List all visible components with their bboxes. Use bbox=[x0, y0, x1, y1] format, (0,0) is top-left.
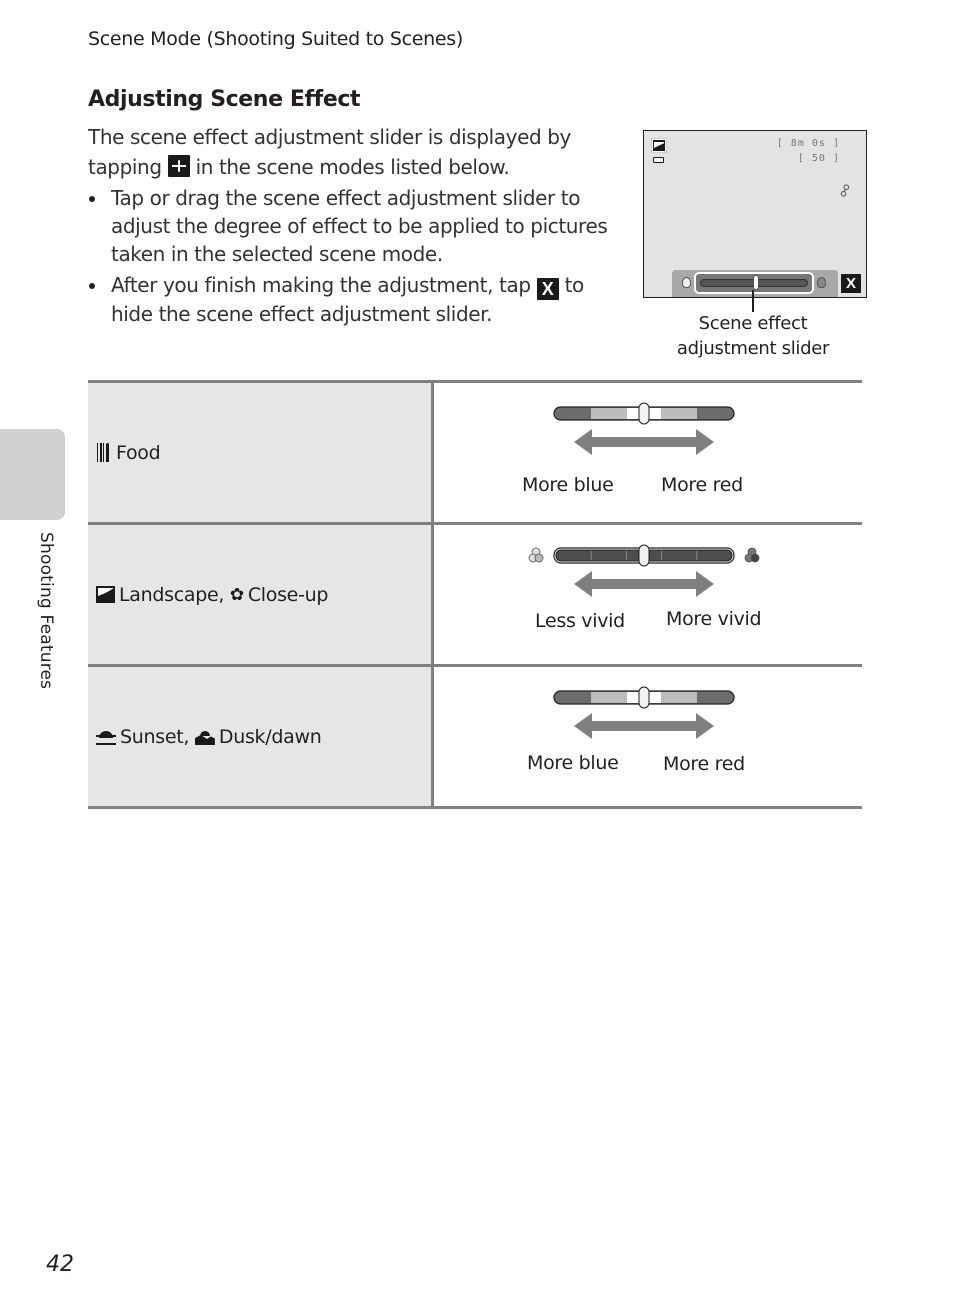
vibration-reduction-icon: ☍ bbox=[835, 181, 856, 202]
bullet-text-before: After you finish making the adjustment, … bbox=[111, 273, 531, 297]
slider-segment-light bbox=[591, 408, 627, 419]
less-vivid-icon bbox=[682, 277, 691, 288]
slider-knob bbox=[638, 402, 650, 425]
bullet-item: After you finish making the adjustment, … bbox=[88, 271, 618, 328]
close-icon: X bbox=[536, 278, 559, 300]
vivid-dot bbox=[534, 553, 544, 563]
slider-cell: More blue More red bbox=[434, 383, 862, 522]
slider-cell: More blue More red bbox=[434, 667, 862, 806]
left-label: Less vivid bbox=[535, 610, 625, 632]
scene-mode-table: Food More blue More red Landscape, ✿ Clo… bbox=[88, 380, 862, 809]
close-up-icon: ✿ bbox=[229, 584, 244, 605]
slider-segment-light bbox=[591, 692, 627, 703]
more-vivid-icon bbox=[817, 277, 826, 288]
food-icon bbox=[96, 443, 112, 462]
slider-knob bbox=[638, 686, 650, 709]
running-header: Scene Mode (Shooting Suited to Scenes) bbox=[88, 28, 463, 50]
slider-cell: Less vivid More vivid bbox=[434, 525, 862, 664]
mode-cell: Landscape, ✿ Close-up bbox=[88, 525, 434, 664]
section-title: Adjusting Scene Effect bbox=[88, 87, 361, 112]
vivid-dot bbox=[750, 553, 760, 563]
double-arrow-icon bbox=[574, 713, 714, 739]
table-row: Landscape, ✿ Close-up Less vivid More vi… bbox=[88, 525, 862, 667]
remaining-shots-readout: [ 50 ] bbox=[797, 153, 840, 164]
landscape-mode-icon bbox=[651, 138, 667, 153]
intro-text-after: in the scene modes listed below. bbox=[195, 155, 510, 179]
right-label: More red bbox=[661, 474, 743, 496]
dusk-dawn-icon bbox=[195, 728, 215, 745]
camera-screen-illustration: [ 8m 0s ] [ 50 ] ☍ X bbox=[643, 130, 867, 298]
slider-knob[interactable] bbox=[753, 275, 759, 290]
mode-cell: Food bbox=[88, 383, 434, 522]
vivid-slider-diagram bbox=[528, 544, 760, 597]
mode-label: Food bbox=[116, 441, 161, 464]
slider-knob bbox=[638, 544, 650, 567]
slider-segment-light bbox=[661, 692, 697, 703]
close-slider-button[interactable]: X bbox=[841, 274, 861, 293]
callout-line bbox=[752, 290, 754, 312]
bullet-text: Tap or drag the scene effect adjustment … bbox=[111, 186, 608, 266]
double-arrow-icon bbox=[574, 571, 714, 597]
slider-segment-light bbox=[661, 408, 697, 419]
battery-icon bbox=[653, 157, 664, 163]
callout-label: Scene effect adjustment slider bbox=[676, 313, 830, 359]
bullet-item: Tap or drag the scene effect adjustment … bbox=[88, 184, 618, 268]
scene-effect-slider-bar bbox=[672, 270, 838, 297]
more-vivid-icon bbox=[744, 547, 760, 563]
mode-cell: Sunset, Dusk/dawn bbox=[88, 667, 434, 806]
intro-paragraph: The scene effect adjustment slider is di… bbox=[88, 122, 618, 182]
right-label: More red bbox=[663, 753, 745, 775]
right-label: More vivid bbox=[666, 608, 762, 630]
color-slider-diagram bbox=[553, 402, 735, 455]
table-row: Food More blue More red bbox=[88, 383, 862, 525]
instruction-list: Tap or drag the scene effect adjustment … bbox=[88, 184, 618, 331]
scene-effect-icon bbox=[167, 155, 190, 177]
scene-effect-slider[interactable] bbox=[694, 272, 814, 294]
mode-label: Close-up bbox=[247, 583, 329, 606]
chapter-tab bbox=[0, 429, 65, 520]
mode-label: Sunset, bbox=[120, 725, 190, 748]
less-vivid-icon bbox=[528, 547, 544, 563]
left-label: More blue bbox=[527, 752, 619, 774]
double-arrow-icon bbox=[574, 429, 714, 455]
color-slider-diagram bbox=[553, 686, 735, 739]
mode-label: Dusk/dawn bbox=[218, 725, 322, 748]
table-row: Sunset, Dusk/dawn More blue More red bbox=[88, 667, 862, 809]
chapter-label: Shooting Features bbox=[36, 532, 56, 690]
page-number: 42 bbox=[46, 1252, 74, 1277]
mode-label: Landscape, bbox=[119, 583, 225, 606]
remaining-time-readout: [ 8m 0s ] bbox=[776, 138, 840, 149]
left-label: More blue bbox=[522, 474, 614, 496]
sunset-icon bbox=[96, 728, 116, 745]
landscape-icon bbox=[96, 586, 115, 603]
